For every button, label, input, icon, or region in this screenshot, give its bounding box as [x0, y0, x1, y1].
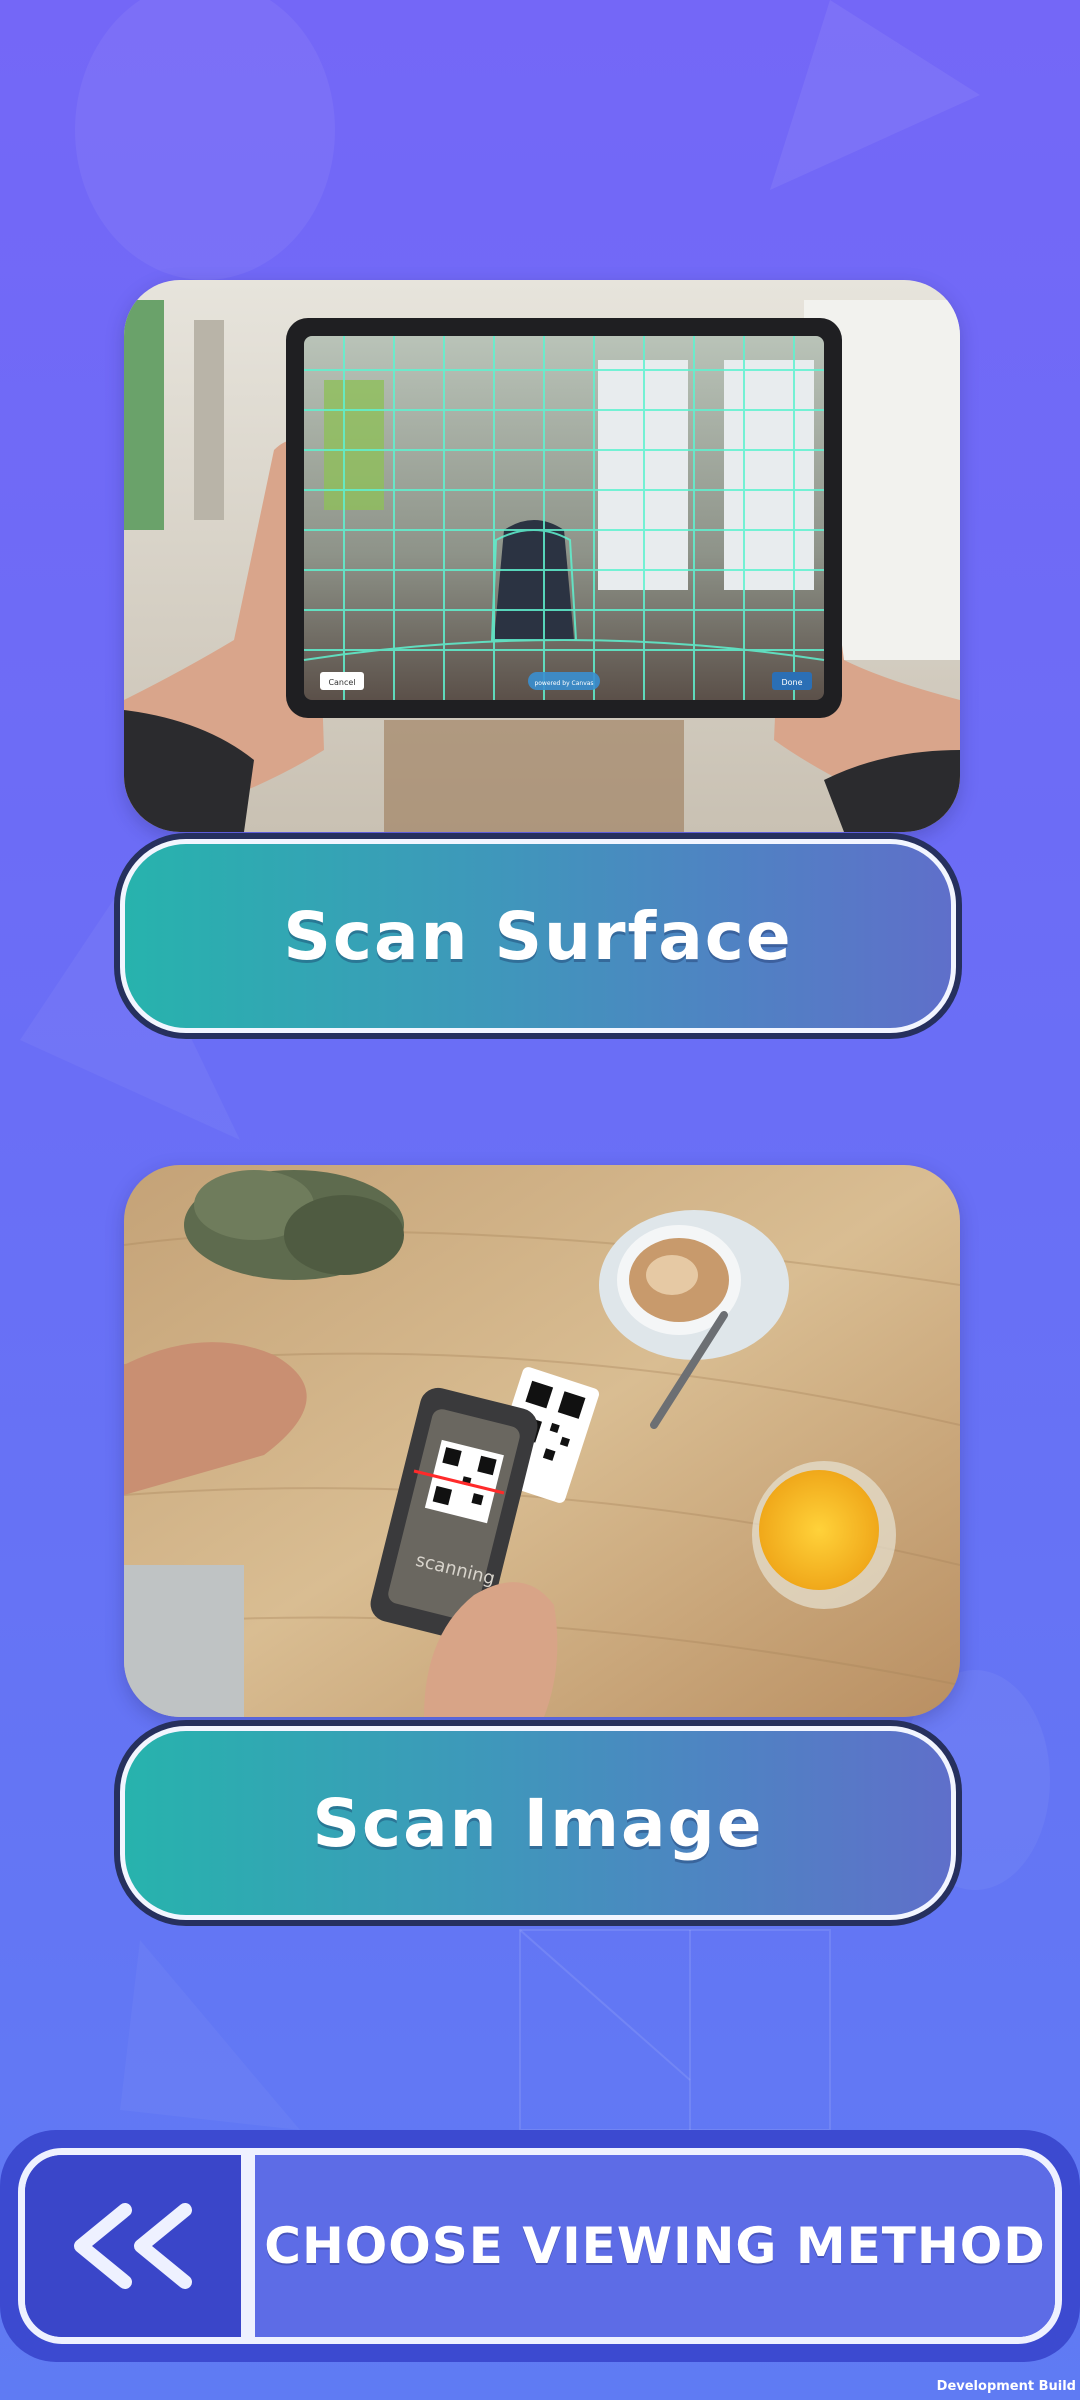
tablet-done-text: Done	[781, 678, 802, 687]
scan-image-button[interactable]: Scan Image	[114, 1720, 962, 1926]
tablet-powered-text: powered by Canvas	[534, 680, 593, 687]
bottom-bar: CHOOSE VIEWING METHOD	[0, 2130, 1080, 2362]
tablet-cancel-text: Cancel	[328, 678, 355, 687]
scan-surface-button[interactable]: Scan Surface	[114, 833, 962, 1039]
development-build-label: Development Build	[936, 2379, 1076, 2394]
scan-image-label: Scan Image	[312, 1784, 764, 1862]
scan-surface-button-face[interactable]: Scan Surface	[120, 839, 956, 1033]
scan-image-image: scanning	[124, 1165, 960, 1717]
screen-title: CHOOSE VIEWING METHOD	[255, 2155, 1055, 2337]
scan-image-button-face[interactable]: Scan Image	[120, 1726, 956, 1920]
bottom-bar-frame: CHOOSE VIEWING METHOD	[18, 2148, 1062, 2344]
double-chevron-left-icon	[74, 2203, 192, 2289]
scan-surface-label: Scan Surface	[283, 897, 793, 975]
scan-surface-image: Cancel powered by Canvas Done	[124, 280, 960, 832]
back-button[interactable]	[25, 2155, 255, 2337]
